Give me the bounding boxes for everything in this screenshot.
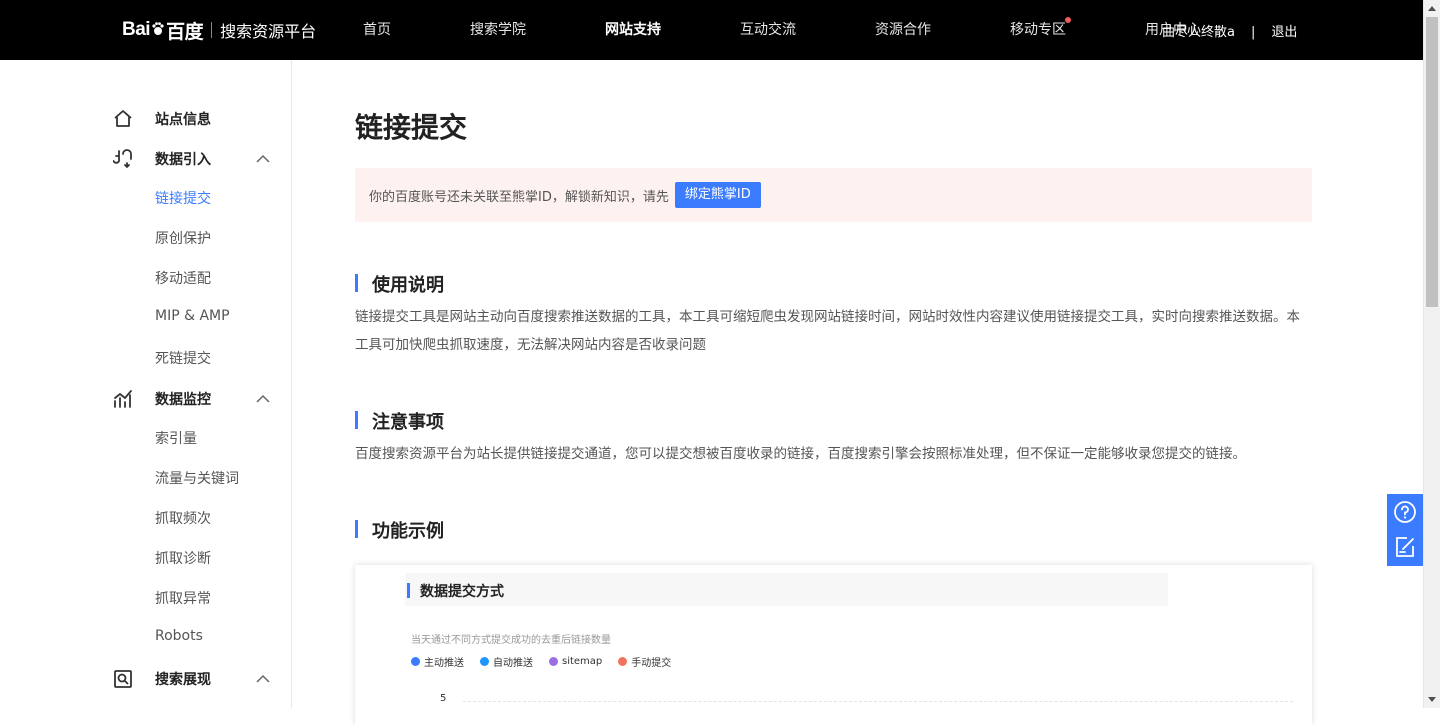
legend-label: 手动提交 <box>631 658 672 669</box>
chevron-up-icon[interactable] <box>256 672 270 686</box>
sidebar-group-label: 搜索展现 <box>155 672 211 688</box>
sidebar-group-search-display[interactable]: 搜索展现 <box>0 665 291 693</box>
usage-description: 链接提交工具是网站主动向百度搜索推送数据的工具，本工具可缩短爬虫发现网站链接时间… <box>355 309 1300 353</box>
sidebar-group-label: 数据监控 <box>155 392 211 408</box>
main-nav: 首页 搜索学院 网站支持 互动交流 资源合作 移动专区 用户中心 <box>348 0 1265 60</box>
legend-dot-icon <box>618 657 628 666</box>
page-title: 链接提交 <box>355 111 468 144</box>
chart-monitor-icon <box>114 390 132 408</box>
scroll-down-arrow-icon[interactable] <box>1428 697 1436 702</box>
legend-label: sitemap <box>562 656 603 667</box>
scroll-thumb[interactable] <box>1426 17 1438 307</box>
user-separator: | <box>1250 25 1256 40</box>
bind-id-notice: 你的百度账号还未关联至熊掌ID，解锁新知识，请先 绑定熊掌ID <box>355 168 1312 222</box>
paw-icon <box>152 22 164 35</box>
nav-community[interactable]: 互动交流 <box>725 0 811 60</box>
sidebar-item-mobile-adaptation[interactable]: 移动适配 <box>155 268 211 288</box>
legend-item[interactable]: sitemap <box>549 654 602 669</box>
sidebar-item-crawl-frequency[interactable]: 抓取频次 <box>155 508 211 528</box>
sidebar-item-original-protection[interactable]: 原创保护 <box>155 228 211 248</box>
example-card-description: 当天通过不同方式提交成功的去重后链接数量 <box>411 635 611 646</box>
sidebar-group-label: 数据引入 <box>155 152 211 168</box>
notice-text: 你的百度账号还未关联至熊掌ID，解锁新知识，请先 <box>369 189 669 205</box>
logo-divider <box>211 22 213 38</box>
legend-dot-icon <box>411 657 420 666</box>
sidebar-item-index-volume[interactable]: 索引量 <box>155 428 197 448</box>
sidebar-item-crawl-errors[interactable]: 抓取异常 <box>155 588 211 608</box>
sidebar-group-data-import[interactable]: 数据引入 <box>0 145 291 173</box>
sidebar-group-data-monitor[interactable]: 数据监控 <box>0 385 291 413</box>
help-icon[interactable] <box>1393 500 1417 524</box>
sidebar-item-traffic-keywords[interactable]: 流量与关键词 <box>155 468 239 488</box>
platform-name: 搜索资源平台 <box>220 22 317 41</box>
sidebar-item-site-info[interactable]: 站点信息 <box>0 105 291 133</box>
card-accent-bar <box>407 583 410 598</box>
search-display-icon <box>114 670 132 688</box>
example-card-title: 数据提交方式 <box>420 584 504 600</box>
legend-item[interactable]: 手动提交 <box>618 654 671 669</box>
sidebar-item-mip-amp[interactable]: MIP & AMP <box>155 308 230 324</box>
section-title-notes: 注意事项 <box>355 408 444 434</box>
sidebar-item-crawl-diagnosis[interactable]: 抓取诊断 <box>155 548 211 568</box>
logo-mark-cn: 百度 <box>166 21 204 43</box>
home-icon <box>114 110 132 127</box>
nav-site-support[interactable]: 网站支持 <box>590 0 676 60</box>
sidebar-item-label: 站点信息 <box>155 112 211 128</box>
notification-dot <box>1065 17 1071 23</box>
legend-dot-icon <box>549 657 558 666</box>
floating-toolbar <box>1387 494 1423 566</box>
sidebar-item-robots[interactable]: Robots <box>155 628 203 644</box>
baidu-logo[interactable]: Bai 百度 搜索资源平台 <box>122 18 317 43</box>
chart-legend: 主动推送 自动推送 sitemap 手动提交 <box>411 654 687 669</box>
nav-home[interactable]: 首页 <box>348 0 406 60</box>
sidebar-item-link-submit[interactable]: 链接提交 <box>155 188 211 208</box>
chevron-up-icon[interactable] <box>256 152 270 166</box>
notes-description: 百度搜索资源平台为站长提供链接提交通道，您可以提交想被百度收录的链接，百度搜索引… <box>355 446 1246 462</box>
scroll-up-arrow-icon[interactable] <box>1428 6 1436 11</box>
nav-resource-cooperation[interactable]: 资源合作 <box>860 0 946 60</box>
legend-label: 主动推送 <box>424 658 464 669</box>
bind-id-button[interactable]: 绑定熊掌ID <box>674 182 761 208</box>
legend-dot-icon <box>480 657 489 666</box>
legend-item[interactable]: 自动推送 <box>480 654 533 669</box>
chart-grid-line <box>463 701 1293 702</box>
example-card-header: 数据提交方式 <box>405 573 1168 606</box>
example-card: 数据提交方式 当天通过不同方式提交成功的去重后链接数量 主动推送 自动推送 si… <box>355 565 1312 725</box>
nav-mobile-zone-label: 移动专区 <box>1010 22 1066 38</box>
chevron-up-icon[interactable] <box>256 392 270 406</box>
y-axis-tick: 5 <box>440 693 447 704</box>
section-title-usage: 使用说明 <box>355 271 444 297</box>
page-scrollbar[interactable] <box>1423 0 1440 708</box>
data-import-icon <box>113 149 132 169</box>
logout-link[interactable]: 退出 <box>1271 0 1297 66</box>
logo-mark: Bai <box>122 19 151 40</box>
top-navigation-bar: Bai 百度 搜索资源平台 首页 搜索学院 网站支持 互动交流 资源合作 移动专… <box>0 0 1423 60</box>
username-link[interactable]: 曲尽人终散a <box>1162 0 1235 66</box>
user-area: 曲尽人终散a | 退出 <box>1162 0 1297 66</box>
feedback-edit-icon[interactable] <box>1393 535 1417 559</box>
section-title-example: 功能示例 <box>355 517 444 543</box>
sidebar-item-dead-link[interactable]: 死链提交 <box>155 348 211 368</box>
legend-item[interactable]: 主动推送 <box>411 654 464 669</box>
legend-label: 自动推送 <box>493 658 533 669</box>
sidebar: 站点信息 数据引入 链接提交 原创保护 移动适配 MIP & AMP 死链提交 … <box>0 60 292 708</box>
nav-academy[interactable]: 搜索学院 <box>455 0 541 60</box>
nav-mobile-zone[interactable]: 移动专区 <box>995 0 1081 60</box>
